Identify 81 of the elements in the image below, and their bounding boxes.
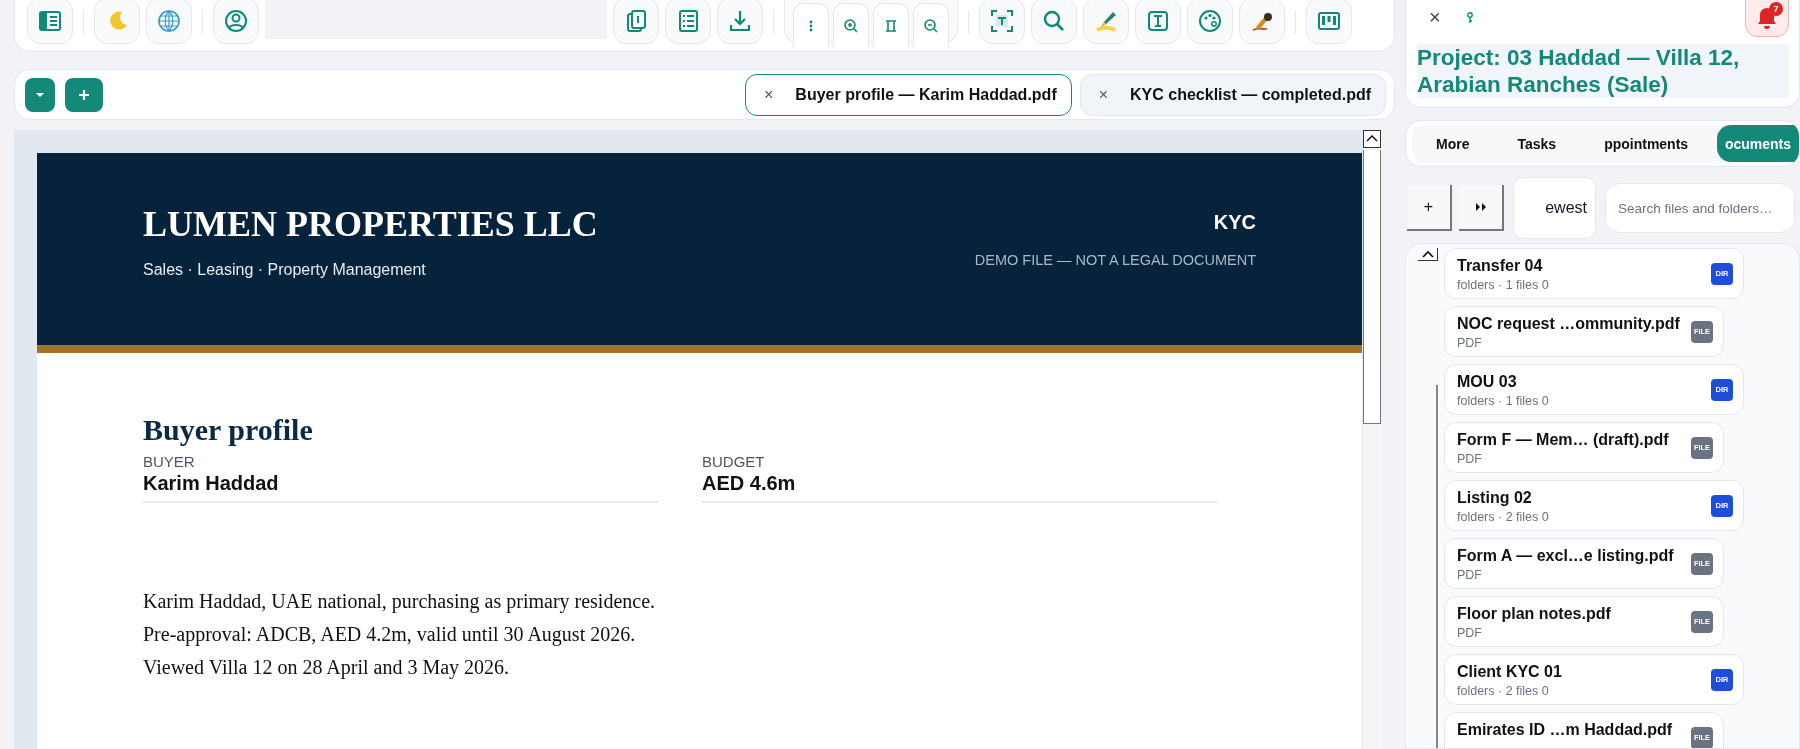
field-label: BUDGET	[702, 453, 766, 470]
panel-tab[interactable]: Tasks	[1493, 125, 1581, 162]
chevron-up-icon	[1421, 249, 1434, 258]
item-meta: folders · 1 files 0	[1457, 394, 1549, 408]
scroll-up-icon[interactable]	[1363, 130, 1381, 148]
document-tab[interactable]: × Buyer profile — Karim Haddad.pdf	[745, 73, 1072, 116]
text-tool-button[interactable]	[1135, 0, 1181, 44]
close-tab-button[interactable]: ×	[764, 85, 774, 104]
highlight-button[interactable]	[1083, 0, 1129, 44]
collapse-button[interactable]	[1418, 248, 1438, 261]
fit-width-button[interactable]	[873, 3, 909, 47]
zoom-in-button[interactable]	[833, 3, 869, 47]
panel-tab[interactable]: ocuments	[1716, 125, 1799, 162]
item-name: Transfer 04	[1457, 257, 1544, 275]
language-button[interactable]	[146, 0, 192, 44]
notifications-button[interactable]: 7	[1745, 0, 1789, 37]
sidebar-icon	[37, 8, 63, 34]
close-tab-button[interactable]: ×	[1098, 85, 1109, 104]
search-field[interactable]: Search files and folders…	[1605, 183, 1795, 233]
note-line: Viewed Villa 12 on 28 April and 3 May 2026.	[143, 655, 511, 681]
dropdown-button[interactable]	[25, 77, 55, 112]
text-icon	[1145, 8, 1171, 34]
double-arrow-icon	[1475, 203, 1486, 211]
item-meta: PDF	[1457, 336, 1483, 350]
globe-icon	[156, 8, 182, 34]
company-name: LUMEN PROPERTIES LLC	[143, 203, 598, 245]
download-icon	[727, 8, 753, 34]
tab-label[interactable]: Buyer profile — Karim Haddad.pdf	[795, 85, 1057, 104]
add-tab-button[interactable]	[65, 77, 103, 112]
field-label: BUYER	[143, 453, 196, 470]
project-title: Project: 03 Haddad — Villa 12, Arabian Ranches (Sale)	[1417, 44, 1789, 98]
sidebar-toggle-button[interactable]	[27, 0, 73, 44]
item-meta: folders · 2 files 0	[1457, 510, 1549, 524]
item-name: NOC request …ommunity.pdf	[1457, 315, 1680, 333]
field-value: AED 4.6m	[702, 472, 797, 495]
item-meta: PDF	[1457, 568, 1483, 582]
close-button[interactable]: ×	[1417, 0, 1441, 29]
search-button[interactable]	[1031, 0, 1077, 44]
zoom-out-button[interactable]	[913, 3, 949, 47]
palette-icon	[1197, 8, 1223, 34]
scrollbar[interactable]	[1363, 130, 1381, 749]
color-button[interactable]	[1187, 0, 1233, 44]
checklist-button[interactable]	[665, 0, 711, 44]
add-button[interactable]: +	[1407, 185, 1452, 231]
item-meta: PDF	[1457, 452, 1483, 466]
panel-tab[interactable]: ppointments	[1580, 125, 1713, 162]
download-button[interactable]	[717, 0, 763, 44]
document-tab[interactable]: × KYC checklist — completed.pdf	[1079, 73, 1386, 116]
item-name: Form A — excl…e listing.pdf	[1457, 547, 1674, 565]
item-meta: folders · 1 files 0	[1457, 278, 1549, 292]
section-heading: Buyer profile	[143, 413, 314, 447]
item-name: MOU 03	[1457, 373, 1518, 391]
document-type: KYC	[1212, 211, 1256, 234]
company-tagline: Sales · Leasing · Property Management	[143, 261, 427, 279]
plus-icon	[78, 88, 90, 101]
item-name: Listing 02	[1457, 489, 1533, 507]
text-recognition-button[interactable]	[979, 0, 1025, 44]
item-name: Emirates ID …m Haddad.pdf	[1457, 721, 1673, 739]
sort-select[interactable]: ewest	[1513, 177, 1596, 239]
documents-button[interactable]	[613, 0, 659, 44]
panel-tab[interactable]: More	[1412, 125, 1494, 162]
tab-label[interactable]: KYC checklist — completed.pdf	[1130, 85, 1371, 104]
field-value: Karim Haddad	[143, 472, 280, 495]
board-button[interactable]	[1306, 0, 1352, 44]
item-name: Form F — Mem… (draft).pdf	[1457, 431, 1669, 449]
account-button[interactable]	[213, 0, 259, 44]
item-name: Client KYC 01	[1457, 663, 1562, 681]
notification-count: 7	[1769, 2, 1783, 16]
note-line: Pre-approval: ADCB, AED 4.2m, valid until 30 August 2026.	[143, 622, 637, 648]
signature-button[interactable]	[1239, 0, 1285, 44]
note-line: Karim Haddad, UAE national, purchasing as primary residence.	[143, 589, 657, 615]
item-name: Floor plan notes.pdf	[1457, 605, 1611, 623]
disclaimer-text: DEMO FILE — NOT A LEGAL DOCUMENT	[974, 252, 1256, 268]
expand-button[interactable]	[1459, 185, 1504, 231]
caret-icon	[35, 91, 45, 98]
item-meta: PDF	[1457, 626, 1483, 640]
user-icon	[223, 8, 249, 34]
more-icon	[809, 19, 813, 32]
text-scan-icon	[989, 8, 1015, 34]
key-icon[interactable]	[1465, 12, 1474, 24]
item-meta: folders · 2 files 0	[1457, 684, 1550, 698]
